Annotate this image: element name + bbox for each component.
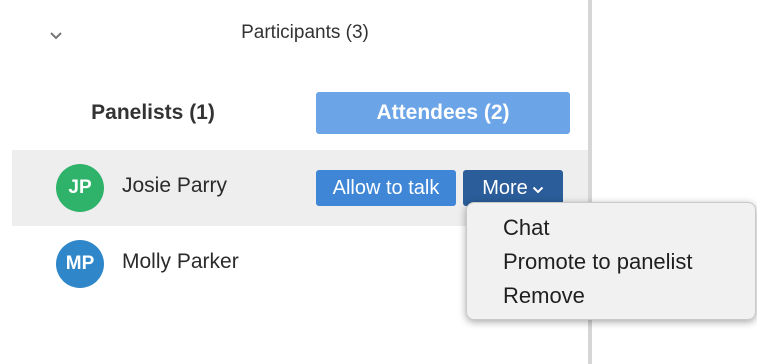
more-options-menu: Chat Promote to panelist Remove xyxy=(466,202,756,320)
participants-header: Participants (3) xyxy=(0,0,588,70)
participant-name: Josie Parry xyxy=(122,174,228,197)
tab-attendees[interactable]: Attendees (2) xyxy=(316,92,570,134)
more-button[interactable]: More xyxy=(463,170,563,206)
more-button-label: More xyxy=(482,176,528,199)
participant-name: Molly Parker xyxy=(122,250,239,273)
avatar: JP xyxy=(56,164,104,212)
chevron-down-icon xyxy=(532,177,544,200)
participants-title: Participants (3) xyxy=(241,22,369,43)
tab-panelists[interactable]: Panelists (1) xyxy=(50,92,256,134)
menu-item-remove[interactable]: Remove xyxy=(503,283,585,309)
menu-item-chat[interactable]: Chat xyxy=(503,215,549,241)
allow-to-talk-button[interactable]: Allow to talk xyxy=(316,170,456,206)
menu-item-promote-to-panelist[interactable]: Promote to panelist xyxy=(503,249,693,275)
avatar: MP xyxy=(56,240,104,288)
